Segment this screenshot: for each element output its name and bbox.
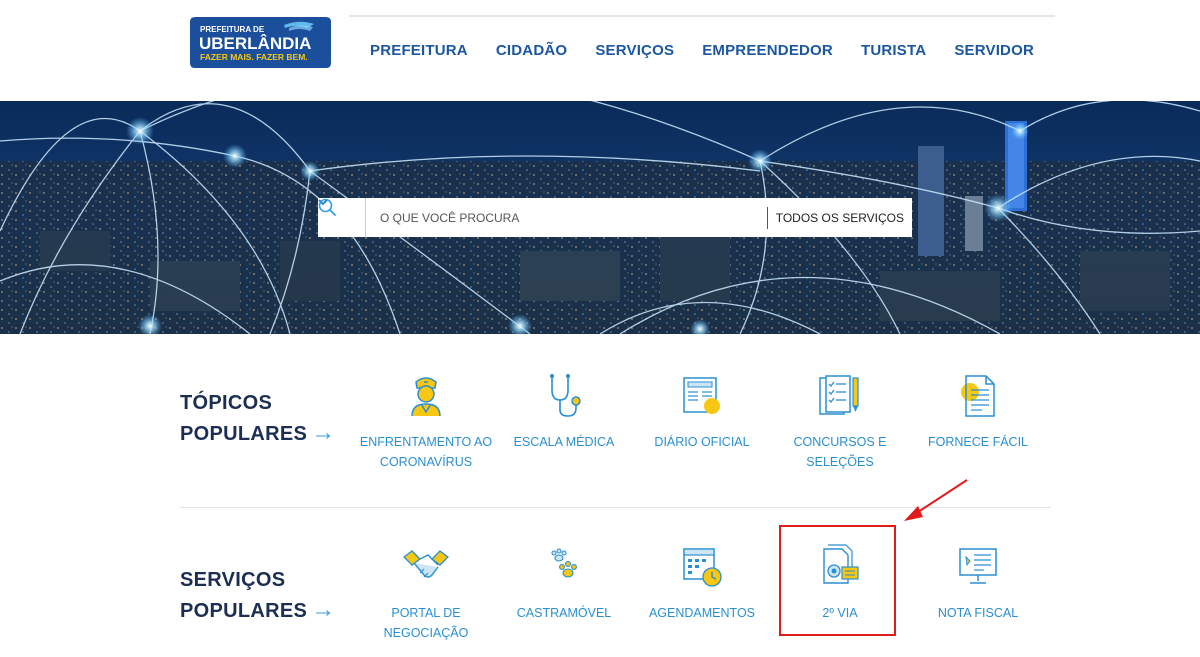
nav-servidor[interactable]: SERVIDOR [954,40,1034,62]
chevron-down-icon [318,199,328,206]
newspaper-icon [683,377,720,414]
topic-label: DIÁRIO OFICIAL [654,435,750,449]
service-filter-label: TODOS OS SERVIÇOS [775,210,904,225]
annotation-highlight-box [779,525,896,636]
topic-fornece-facil[interactable]: FORNECE FÁCIL [908,372,1048,452]
svg-text:PREFEITURA DE: PREFEITURA DE [200,25,265,34]
paw-icon [551,548,577,578]
doctor-icon [411,377,441,417]
topic-escala-medica[interactable]: ESCALA MÉDICA [494,372,634,452]
service-label: AGENDAMENTOS [648,606,756,620]
hero-banner: TODOS OS SERVIÇOS [0,101,1200,334]
nav-cidadao[interactable]: CIDADÃO [496,40,567,62]
popular-services-heading: SERVIÇOS POPULARES → [180,569,336,623]
svg-text:FAZER MAIS. FAZER BEM.: FAZER MAIS. FAZER BEM. [200,52,308,62]
document-icon [961,375,995,417]
service-label: NOTA FISCAL [937,606,1019,620]
topic-diario-oficial[interactable]: DIÁRIO OFICIAL [632,372,772,452]
stethoscope-icon [550,374,581,417]
topic-enfrentamento-coronavirus[interactable]: ENFRENTAMENTO AO CORONAVÍRUS [356,372,496,472]
nav-prefeitura[interactable]: PREFEITURA [370,40,468,62]
service-castramovel[interactable]: CASTRAMÓVEL [494,543,634,623]
nav-servicos[interactable]: SERVIÇOS [595,40,674,62]
nav-empreendedor[interactable]: EMPREENDEDOR [702,40,833,62]
search-bar: TODOS OS SERVIÇOS [318,198,912,237]
site-header: PREFEITURA DE UBERLÂNDIA FAZER MAIS. FAZ… [0,0,1200,101]
arrow-right-icon: → [311,419,336,446]
service-agendamentos[interactable]: AGENDAMENTOS [632,543,772,623]
svg-text:UBERLÂNDIA: UBERLÂNDIA [199,34,311,53]
nav-turista[interactable]: TURISTA [861,40,926,62]
topic-label: ENFRENTAMENTO AO CORONAVÍRUS [359,435,493,469]
topic-label: FORNECE FÁCIL [927,435,1028,449]
service-label: CASTRAMÓVEL [516,606,612,620]
calendar-icon [683,548,722,587]
handshake-icon [403,550,449,578]
main-nav: PREFEITURA CIDADÃO SERVIÇOS EMPREENDEDOR… [349,40,1055,62]
search-input[interactable] [366,199,767,236]
service-label: PORTAL DE NEGOCIAÇÃO [383,606,469,640]
topic-concursos-selecoes[interactable]: CONCURSOS E SELEÇÕES [770,372,910,472]
invoice-monitor-icon [959,548,997,584]
header-divider [349,15,1055,17]
topic-label: CONCURSOS E SELEÇÕES [793,435,887,469]
checklist-icon [819,375,859,415]
section-divider [180,507,1051,508]
popular-topics-heading: TÓPICOS POPULARES → [180,392,336,446]
prefeitura-logo[interactable]: PREFEITURA DE UBERLÂNDIA FAZER MAIS. FAZ… [189,15,332,70]
arrow-right-icon: → [311,596,336,623]
topic-label: ESCALA MÉDICA [513,435,615,449]
service-nota-fiscal[interactable]: NOTA FISCAL [908,543,1048,623]
service-portal-negociacao[interactable]: PORTAL DE NEGOCIAÇÃO [356,543,496,643]
service-filter-dropdown[interactable]: TODOS OS SERVIÇOS [318,199,912,229]
